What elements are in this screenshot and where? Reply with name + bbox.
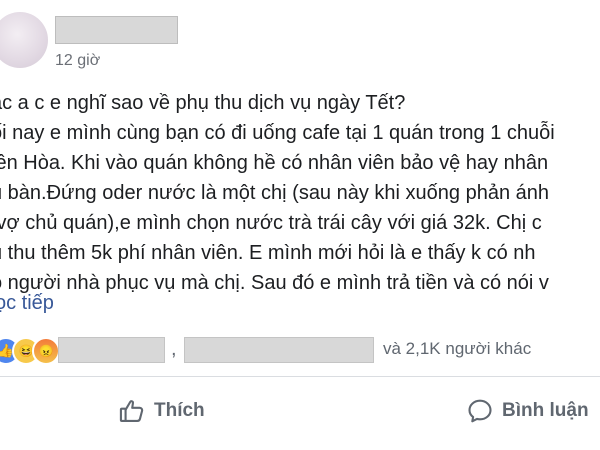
- post-line: ối nay e mình cùng bạn có đi uống cafe t…: [0, 122, 555, 144]
- thumbs-up-icon: [118, 397, 146, 425]
- comment-button-label: Bình luận: [502, 400, 589, 421]
- author-name-redacted[interactable]: [55, 16, 178, 44]
- reaction-count[interactable]: và 2,1K người khác: [383, 339, 531, 359]
- post-line: iên Hòa. Khi vào quán không hề có nhân v…: [0, 152, 549, 174]
- reactor-name-redacted[interactable]: [58, 337, 165, 363]
- reactor-separator: ,: [171, 338, 177, 360]
- like-button[interactable]: Thích: [118, 396, 205, 426]
- post-body: ác a c e nghĩ sao về phụ thu dịch vụ ngà…: [0, 88, 600, 298]
- post-line: ụ thu thêm 5k phí nhân viên. E mình mới …: [0, 242, 536, 264]
- avatar[interactable]: [0, 12, 48, 68]
- post-line: ụ bàn.Đứng oder nước là một chị (sau này…: [0, 182, 550, 204]
- angry-reaction-icon: 😠: [32, 337, 60, 365]
- post-line: ó người nhà phục vụ mà chị. Sau đó e mìn…: [0, 272, 549, 294]
- post-line: ác a c e nghĩ sao về phụ thu dịch vụ ngà…: [0, 92, 406, 114]
- speech-bubble-icon: [466, 397, 494, 425]
- reactor-name-redacted[interactable]: [184, 337, 374, 363]
- post-line: vợ chủ quán),e mình chọn nước trà trái c…: [0, 212, 542, 234]
- see-more-link[interactable]: ọc tiếp: [0, 292, 54, 315]
- post-timestamp[interactable]: 12 giờ: [55, 52, 100, 70]
- divider: [0, 376, 600, 377]
- like-button-label: Thích: [154, 400, 205, 421]
- comment-button[interactable]: Bình luận: [466, 396, 589, 426]
